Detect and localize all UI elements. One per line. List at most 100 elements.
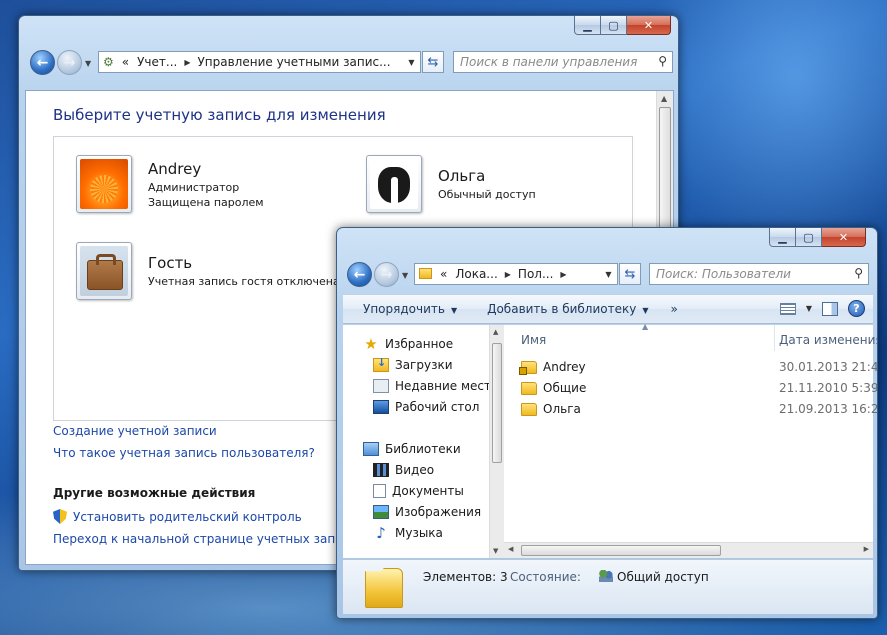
- nav-downloads[interactable]: Загрузки: [373, 356, 453, 372]
- account-olga[interactable]: Ольга Обычный доступ: [366, 155, 536, 213]
- create-account-link[interactable]: Создание учетной записи: [53, 424, 217, 438]
- recent-pages-dropdown-icon[interactable]: ▼: [402, 271, 408, 280]
- scroll-right-icon[interactable]: ▶: [864, 545, 869, 553]
- maximize-button[interactable]: ▢: [796, 228, 822, 247]
- nav-label: Библиотеки: [385, 442, 461, 456]
- column-header-date[interactable]: Дата изменения: [779, 333, 877, 347]
- file-row-olga[interactable]: Ольга 21.09.2013 16:21: [521, 402, 877, 416]
- change-view-icon[interactable]: [779, 302, 796, 315]
- recent-pages-dropdown-icon[interactable]: ▼: [85, 59, 91, 68]
- nav-scrollbar[interactable]: ▲ ▼: [489, 325, 504, 558]
- account-andrey[interactable]: Andrey Администратор Защищена паролем: [76, 155, 264, 213]
- accounts-home-link[interactable]: Переход к начальной странице учетных зап…: [53, 532, 365, 546]
- view-controls: ▼ ?: [779, 300, 865, 317]
- video-icon: [373, 463, 389, 477]
- breadcrumb-arrow-icon[interactable]: ▶: [557, 270, 569, 279]
- breadcrumb-manage-accounts[interactable]: Управление учетными запис...: [193, 55, 394, 69]
- more-commands-button[interactable]: »: [659, 302, 688, 316]
- nav-recent-places[interactable]: Недавние места: [373, 379, 498, 393]
- breadcrumb-users[interactable]: Пол...: [514, 267, 557, 281]
- navigation-pane: ★ Избранное Загрузки Недавние места Рабоч…: [343, 325, 504, 558]
- nav-label: Музыка: [395, 526, 443, 540]
- minimize-button[interactable]: ▁: [574, 16, 601, 35]
- address-bar[interactable]: ⚙ « Учет... ▶ Управление учетными запис.…: [98, 51, 421, 73]
- minimize-button[interactable]: ▁: [769, 228, 796, 247]
- caption-buttons: ▁ ▢ ✕: [769, 228, 866, 248]
- nav-desktop[interactable]: Рабочий стол: [373, 400, 479, 414]
- nav-music[interactable]: ♪ Музыка: [373, 524, 443, 542]
- desktop-icon: [373, 400, 389, 414]
- close-button[interactable]: ✕: [822, 228, 866, 247]
- close-button[interactable]: ✕: [627, 16, 671, 35]
- column-divider[interactable]: [774, 325, 775, 351]
- breadcrumb-user-accounts[interactable]: Учет...: [133, 55, 181, 69]
- nav-libraries[interactable]: Библиотеки: [363, 442, 461, 456]
- account-password-status: Защищена паролем: [148, 196, 264, 209]
- forward-button[interactable]: →: [374, 262, 399, 287]
- search-icon[interactable]: ⚲: [658, 54, 667, 68]
- column-header-name[interactable]: Имя: [521, 333, 546, 347]
- nav-label: Избранное: [385, 337, 454, 351]
- forward-button[interactable]: →: [57, 50, 82, 75]
- refresh-button[interactable]: ⇆: [619, 263, 641, 285]
- search-input[interactable]: Поиск: Пользователи ⚲: [649, 263, 869, 285]
- back-button[interactable]: ←: [30, 50, 55, 75]
- explorer-window: ▁ ▢ ✕ ← → ▼ « Лока... ▶ Пол... ▶ ▼ ⇆ Пои…: [336, 227, 878, 619]
- account-picture[interactable]: [76, 155, 132, 213]
- address-dropdown-icon[interactable]: ▼: [600, 264, 617, 284]
- address-bar[interactable]: « Лока... ▶ Пол... ▶ ▼: [414, 263, 618, 285]
- scroll-left-icon[interactable]: ◀: [508, 545, 513, 553]
- scroll-up-icon[interactable]: ▲: [493, 328, 498, 336]
- breadcrumb-arrow-icon[interactable]: ▶: [502, 270, 514, 279]
- organize-button[interactable]: Упорядочить ▼: [343, 302, 467, 316]
- organize-label: Упорядочить: [363, 302, 445, 316]
- add-to-library-button[interactable]: Добавить в библиотеку ▼: [467, 302, 658, 316]
- other-actions-heading: Другие возможные действия: [53, 486, 256, 500]
- account-name[interactable]: Andrey: [148, 160, 264, 178]
- parental-control-label[interactable]: Установить родительский контроль: [73, 510, 302, 524]
- state-value-text: Общий доступ: [617, 570, 709, 584]
- address-dropdown-icon[interactable]: ▼: [403, 52, 420, 72]
- nav-favorites[interactable]: ★ Избранное: [363, 337, 454, 352]
- search-input[interactable]: Поиск в панели управления ⚲: [453, 51, 673, 73]
- preview-pane-icon[interactable]: [822, 301, 838, 316]
- music-icon: ♪: [376, 524, 386, 542]
- back-button[interactable]: ←: [347, 262, 372, 287]
- refresh-button[interactable]: ⇆: [422, 51, 444, 73]
- scroll-thumb[interactable]: [492, 343, 502, 463]
- nav-video[interactable]: Видео: [373, 463, 434, 477]
- help-icon[interactable]: ?: [848, 300, 865, 317]
- file-name: Andrey: [543, 360, 586, 374]
- breadcrumb-arrow-icon[interactable]: ▶: [181, 58, 193, 67]
- scroll-up-icon[interactable]: ▲: [661, 94, 667, 103]
- address-overflow-chevron[interactable]: «: [118, 55, 133, 69]
- state-value: Общий доступ: [599, 570, 709, 584]
- folder-icon: [365, 568, 403, 608]
- breadcrumb-local-disk[interactable]: Лока...: [451, 267, 501, 281]
- what-is-account-link[interactable]: Что такое учетная запись пользователя?: [53, 446, 315, 460]
- scroll-down-icon[interactable]: ▼: [493, 547, 498, 555]
- account-name[interactable]: Ольга: [438, 167, 536, 185]
- address-overflow-chevron[interactable]: «: [436, 267, 451, 281]
- account-guest[interactable]: Гость Учетная запись гостя отключена: [76, 242, 340, 300]
- search-icon[interactable]: ⚲: [854, 266, 863, 280]
- horizontal-scrollbar[interactable]: ◀ ▶: [504, 542, 873, 558]
- account-picture[interactable]: [366, 155, 422, 213]
- libraries-icon: [363, 442, 379, 456]
- file-row-public[interactable]: Общие 21.11.2010 5:39: [521, 381, 877, 395]
- scroll-thumb[interactable]: [521, 545, 721, 556]
- dog-icon: [370, 159, 418, 209]
- recent-places-icon: [373, 379, 389, 393]
- maximize-button[interactable]: ▢: [601, 16, 627, 35]
- command-bar: Упорядочить ▼ Добавить в библиотеку ▼ » ▼ …: [343, 294, 873, 324]
- view-dropdown-icon[interactable]: ▼: [806, 304, 812, 313]
- nav-documents[interactable]: Документы: [373, 484, 464, 498]
- parental-control-link[interactable]: Установить родительский контроль: [53, 509, 302, 524]
- nav-images[interactable]: Изображения: [373, 505, 481, 519]
- account-picture[interactable]: [76, 242, 132, 300]
- file-list: ▲ Имя Дата изменения Andrey 30.01.2013 2…: [504, 322, 877, 558]
- account-type: Администратор: [148, 181, 240, 194]
- file-row-andrey[interactable]: Andrey 30.01.2013 21:46: [519, 360, 877, 375]
- documents-icon: [373, 484, 386, 498]
- account-name[interactable]: Гость: [148, 254, 340, 272]
